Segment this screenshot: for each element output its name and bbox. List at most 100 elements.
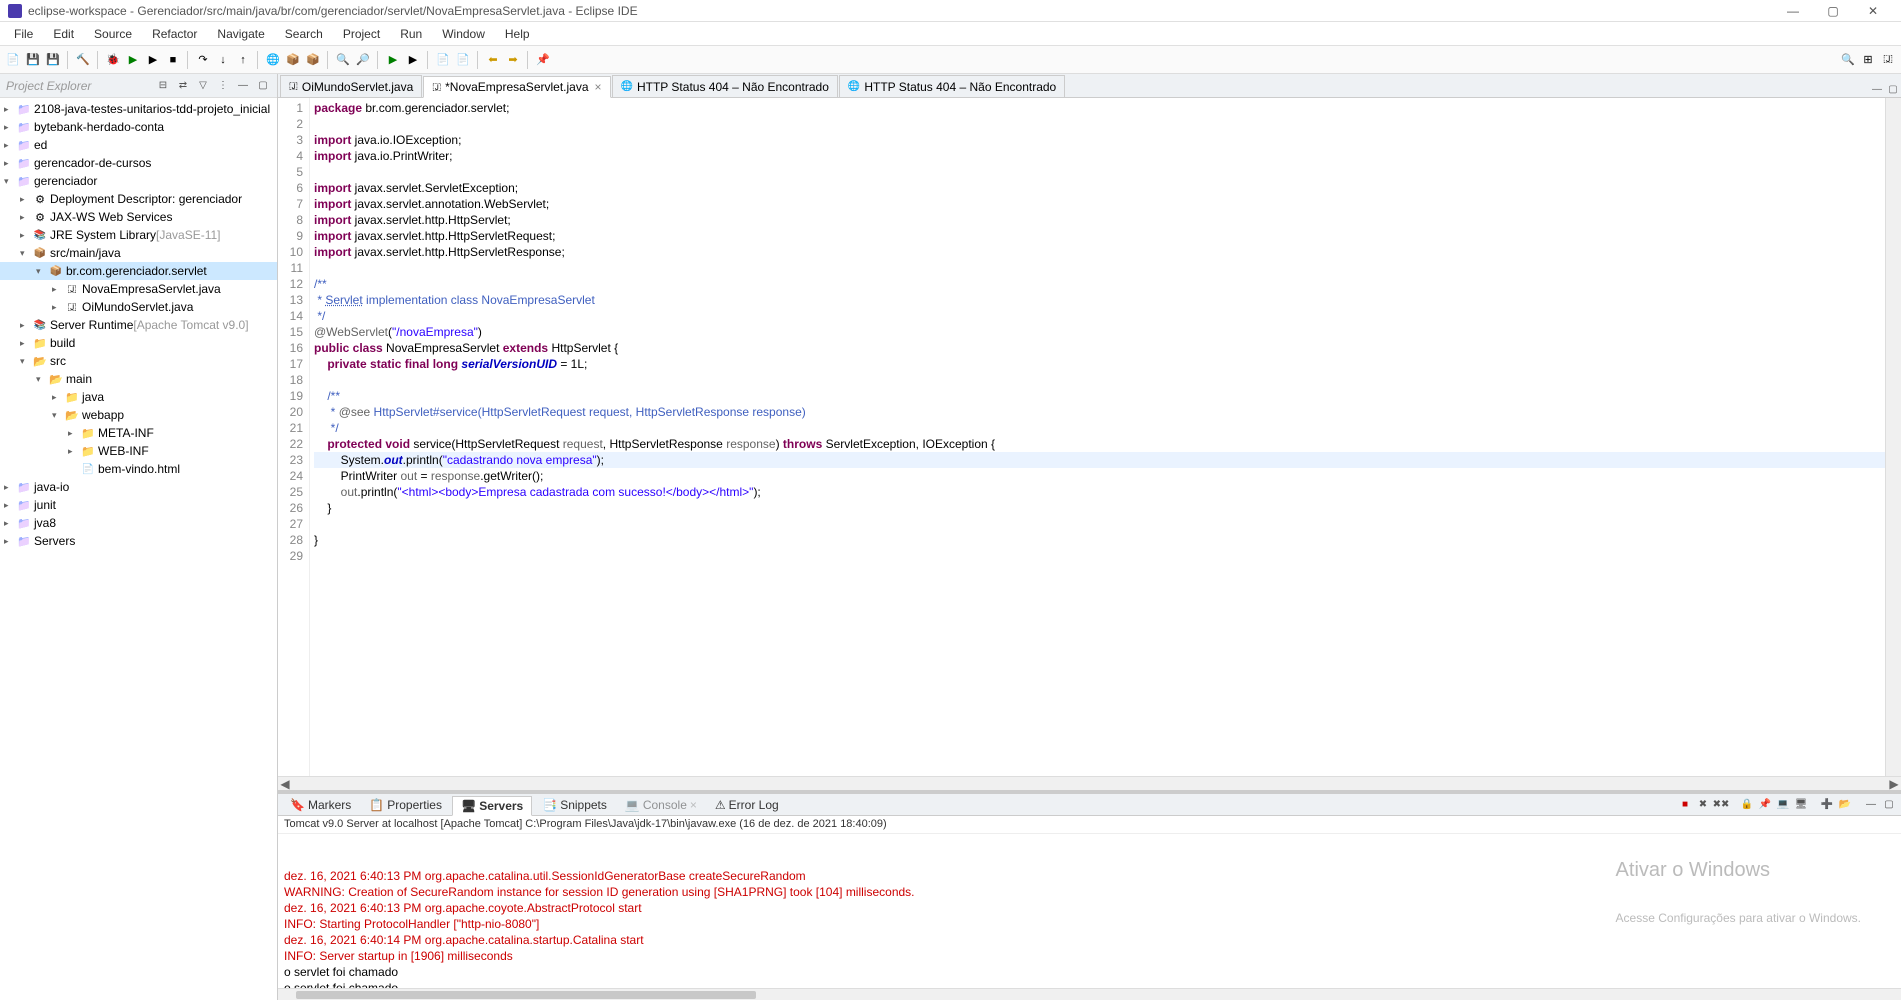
tree-item[interactable]: ▸OiMundoServlet.java — [0, 298, 277, 316]
caret-right-icon[interactable]: ▸ — [4, 158, 16, 169]
run-button[interactable]: ▶ — [124, 51, 142, 69]
collapse-all-button[interactable]: ⊟ — [155, 78, 171, 94]
caret-down-icon[interactable]: ▾ — [52, 410, 64, 421]
console-display-button[interactable]: 🖥 — [1793, 797, 1809, 813]
step-into-button[interactable]: ↓ — [214, 51, 232, 69]
menu-refactor[interactable]: Refactor — [142, 25, 207, 43]
caret-right-icon[interactable]: ▸ — [4, 518, 16, 529]
java-ee-perspective-button[interactable]: 🇯 — [1879, 51, 1897, 69]
open-perspective-button[interactable]: ⊞ — [1859, 51, 1877, 69]
caret-down-icon[interactable]: ▾ — [20, 356, 32, 367]
maximize-view-button[interactable]: ▢ — [255, 78, 271, 94]
horizontal-scrollbar[interactable]: ◀ ▶ — [278, 776, 1901, 790]
tree-item[interactable]: ▸bytebank-herdado-conta — [0, 118, 277, 136]
caret-right-icon[interactable]: ▸ — [20, 320, 32, 331]
code-editor[interactable]: package br.com.gerenciador.servlet;impor… — [310, 98, 1885, 776]
menu-navigate[interactable]: Navigate — [207, 25, 274, 43]
bottom-tab-properties[interactable]: 📋Properties — [361, 796, 450, 814]
caret-right-icon[interactable]: ▸ — [52, 284, 64, 295]
tree-item[interactable]: ▸build — [0, 334, 277, 352]
editor-tab[interactable]: 🌐HTTP Status 404 – Não Encontrado — [612, 75, 838, 97]
console-show-console-button[interactable]: 💻 — [1775, 797, 1791, 813]
bottom-tab-console[interactable]: 💻Console× — [617, 796, 705, 814]
caret-down-icon[interactable]: ▾ — [36, 266, 48, 277]
debug-button[interactable]: 🐞 — [104, 51, 122, 69]
minimize-view-button[interactable]: — — [235, 78, 251, 94]
caret-right-icon[interactable]: ▸ — [4, 536, 16, 547]
tree-item[interactable]: ▾main — [0, 370, 277, 388]
tree-item[interactable]: ▾br.com.gerenciador.servlet — [0, 262, 277, 280]
tree-item[interactable]: ▸jva8 — [0, 514, 277, 532]
caret-right-icon[interactable]: ▸ — [4, 122, 16, 133]
caret-right-icon[interactable]: ▸ — [20, 194, 32, 205]
tree-item[interactable]: ▸Server Runtime [Apache Tomcat v9.0] — [0, 316, 277, 334]
console-open-console-button[interactable]: 📂 — [1837, 797, 1853, 813]
stop-button[interactable]: ■ — [164, 51, 182, 69]
tree-item[interactable]: ▾gerenciador — [0, 172, 277, 190]
editor-tab[interactable]: 🇯OiMundoServlet.java — [280, 75, 422, 97]
new-server-button[interactable]: 🌐 — [264, 51, 282, 69]
bottom-tab-servers[interactable]: 🖥Servers — [452, 796, 532, 816]
caret-down-icon[interactable]: ▾ — [36, 374, 48, 385]
close-tab-button[interactable]: × — [595, 80, 602, 94]
caret-right-icon[interactable]: ▸ — [20, 338, 32, 349]
search-icon[interactable]: 🔍 — [1839, 51, 1857, 69]
save-all-button[interactable]: 💾 — [44, 51, 62, 69]
tree-item[interactable]: ▸JRE System Library [JavaSE-11] — [0, 226, 277, 244]
caret-right-icon[interactable]: ▸ — [68, 446, 80, 457]
coverage-button[interactable]: ▶ — [144, 51, 162, 69]
menu-edit[interactable]: Edit — [43, 25, 84, 43]
caret-right-icon[interactable]: ▸ — [4, 140, 16, 151]
maximize-icon[interactable]: ▢ — [1885, 81, 1901, 97]
vertical-scrollbar[interactable] — [1885, 98, 1901, 776]
caret-right-icon[interactable]: ▸ — [20, 212, 32, 223]
tree-item[interactable]: ▸2108-java-testes-unitarios-tdd-projeto_… — [0, 100, 277, 118]
new-button[interactable]: 📄 — [4, 51, 22, 69]
forward-button[interactable]: ➡ — [504, 51, 522, 69]
tree-item[interactable]: ▾webapp — [0, 406, 277, 424]
console-max-button[interactable]: ▢ — [1881, 797, 1897, 813]
menu-help[interactable]: Help — [495, 25, 540, 43]
bottom-tab-snippets[interactable]: 📑Snippets — [534, 796, 615, 814]
console-clear-button[interactable]: ✖ — [1695, 797, 1711, 813]
link-editor-button[interactable]: ⇄ — [175, 78, 191, 94]
tree-item[interactable]: ▸WEB-INF — [0, 442, 277, 460]
tree-item[interactable]: ▸gerencador-de-cursos — [0, 154, 277, 172]
build-button[interactable]: 🔨 — [74, 51, 92, 69]
tree-item[interactable]: ▸NovaEmpresaServlet.java — [0, 280, 277, 298]
tree-item[interactable]: bem-vindo.html — [0, 460, 277, 478]
bottom-tab-markers[interactable]: 🔖Markers — [282, 796, 359, 814]
caret-right-icon[interactable]: ▸ — [68, 428, 80, 439]
caret-right-icon[interactable]: ▸ — [20, 230, 32, 241]
tree-item[interactable]: ▸Servers — [0, 532, 277, 550]
tree-item[interactable]: ▸JAX-WS Web Services — [0, 208, 277, 226]
new-class-button[interactable]: 📦 — [284, 51, 302, 69]
step-button[interactable]: ↷ — [194, 51, 212, 69]
run-ext-button[interactable]: ▶ — [384, 51, 402, 69]
caret-right-icon[interactable]: ▸ — [52, 302, 64, 313]
caret-down-icon[interactable]: ▾ — [20, 248, 32, 259]
console-pin-button[interactable]: 📌 — [1757, 797, 1773, 813]
console-remove-all-button[interactable]: ✖✖ — [1713, 797, 1729, 813]
save-button[interactable]: 💾 — [24, 51, 42, 69]
scroll-right-icon[interactable]: ▶ — [1887, 777, 1901, 791]
caret-right-icon[interactable]: ▸ — [4, 482, 16, 493]
pin-button[interactable]: 📌 — [534, 51, 552, 69]
new-servlet-button[interactable]: 📄 — [454, 51, 472, 69]
minimize-icon[interactable]: — — [1869, 81, 1885, 97]
menu-run[interactable]: Run — [390, 25, 432, 43]
tree-item[interactable]: ▸ed — [0, 136, 277, 154]
editor-tab[interactable]: 🇯*NovaEmpresaServlet.java× — [423, 76, 610, 98]
scroll-left-icon[interactable]: ◀ — [278, 777, 292, 791]
open-type-button[interactable]: 🔍 — [334, 51, 352, 69]
new-package-button[interactable]: 📦 — [304, 51, 322, 69]
search-button[interactable]: 🔎 — [354, 51, 372, 69]
tree-item[interactable]: ▸java — [0, 388, 277, 406]
minimize-button[interactable]: — — [1773, 4, 1813, 18]
debug-ext-button[interactable]: ▶ — [404, 51, 422, 69]
tree-item[interactable]: ▾src/main/java — [0, 244, 277, 262]
menu-search[interactable]: Search — [275, 25, 333, 43]
console-scroll-lock-button[interactable]: 🔒 — [1739, 797, 1755, 813]
tree-item[interactable]: ▸java-io — [0, 478, 277, 496]
tree-item[interactable]: ▾src — [0, 352, 277, 370]
